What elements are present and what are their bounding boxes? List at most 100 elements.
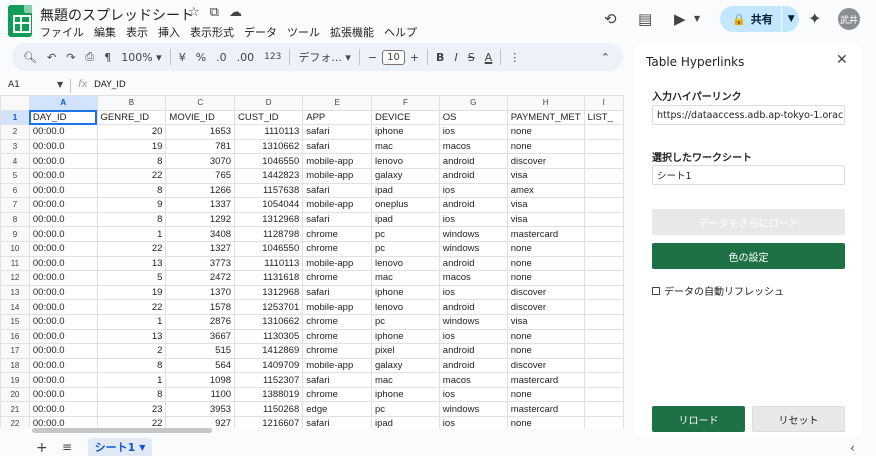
- table-cell[interactable]: mastercard: [506, 226, 585, 242]
- table-cell[interactable]: windows: [438, 313, 508, 330]
- table-cell[interactable]: 22: [96, 416, 167, 428]
- table-cell[interactable]: ios: [438, 284, 508, 301]
- table-cell[interactable]: 2: [96, 343, 167, 359]
- collapse-panel-icon[interactable]: ‹: [850, 441, 855, 455]
- table-cell[interactable]: discover: [506, 299, 585, 315]
- table-cell[interactable]: edge: [302, 401, 372, 418]
- table-cell[interactable]: pc: [370, 240, 440, 257]
- table-cell[interactable]: safari: [302, 211, 372, 228]
- table-cell[interactable]: 00:00.0: [28, 182, 98, 199]
- table-cell[interactable]: [583, 401, 624, 418]
- table-cell[interactable]: GENRE_ID: [96, 109, 167, 126]
- table-cell[interactable]: mac: [370, 270, 440, 286]
- menu-file[interactable]: ファイル: [40, 23, 84, 41]
- table-cell[interactable]: windows: [438, 401, 508, 418]
- table-cell[interactable]: lenovo: [370, 153, 440, 169]
- table-cell[interactable]: 23: [96, 401, 167, 418]
- row-number[interactable]: 5: [0, 167, 30, 184]
- column-header-f[interactable]: F: [370, 95, 440, 111]
- table-cell[interactable]: 00:00.0: [28, 328, 98, 345]
- row-number[interactable]: 8: [0, 211, 30, 228]
- table-cell[interactable]: windows: [438, 240, 508, 257]
- table-cell[interactable]: iphone: [370, 386, 440, 403]
- share-caret-icon[interactable]: ▼: [788, 14, 795, 24]
- table-cell[interactable]: 3070: [165, 153, 236, 169]
- row-number[interactable]: 18: [0, 357, 30, 374]
- color-settings-button[interactable]: 色の設定: [652, 243, 845, 269]
- table-cell[interactable]: 2876: [165, 313, 236, 330]
- table-cell[interactable]: iphone: [370, 284, 440, 301]
- paint-format-icon[interactable]: ¶: [99, 51, 116, 64]
- table-cell[interactable]: 1337: [165, 197, 236, 213]
- select-all-corner[interactable]: [0, 95, 30, 111]
- row-number[interactable]: 19: [0, 372, 30, 388]
- table-cell[interactable]: [583, 299, 624, 315]
- table-cell[interactable]: android: [438, 357, 508, 374]
- table-cell[interactable]: 9: [96, 197, 167, 213]
- table-cell[interactable]: 3773: [165, 255, 236, 272]
- table-cell[interactable]: none: [506, 343, 585, 359]
- table-cell[interactable]: 1046550: [234, 153, 304, 169]
- table-cell[interactable]: 765: [165, 167, 236, 184]
- menu-tools[interactable]: ツール: [287, 23, 320, 41]
- table-cell[interactable]: visa: [506, 197, 585, 213]
- table-cell[interactable]: 1130305: [234, 328, 304, 345]
- table-cell[interactable]: 927: [165, 416, 236, 428]
- table-cell[interactable]: 1310662: [234, 138, 304, 155]
- table-cell[interactable]: chrome: [302, 226, 372, 242]
- hyperlink-input[interactable]: https://dataaccess.adb.ap-tokyo-1.oracle…: [652, 105, 845, 125]
- row-number[interactable]: 12: [0, 270, 30, 286]
- table-cell[interactable]: 00:00.0: [28, 153, 98, 169]
- table-cell[interactable]: 1157638: [234, 182, 304, 199]
- table-cell[interactable]: MOVIE_ID: [165, 109, 236, 126]
- print-icon[interactable]: ⎙: [80, 50, 99, 64]
- table-cell[interactable]: 00:00.0: [28, 226, 98, 242]
- horizontal-scrollbar[interactable]: [32, 428, 212, 433]
- table-cell[interactable]: 1110113: [234, 255, 304, 272]
- row-number[interactable]: 11: [0, 255, 30, 272]
- table-cell[interactable]: 22: [96, 299, 167, 315]
- row-number[interactable]: 9: [0, 226, 30, 242]
- table-cell[interactable]: safari: [302, 124, 372, 140]
- table-cell[interactable]: CUST_ID: [234, 109, 304, 126]
- sheets-logo-icon[interactable]: [8, 5, 32, 37]
- table-cell[interactable]: 1150268: [234, 401, 304, 418]
- auto-refresh-checkbox-row[interactable]: データの自動リフレッシュ: [652, 283, 784, 298]
- table-cell[interactable]: [583, 153, 624, 169]
- table-cell[interactable]: visa: [506, 211, 585, 228]
- column-header-g[interactable]: G: [438, 95, 508, 111]
- font-size-decrease-button[interactable]: −: [363, 51, 382, 64]
- table-cell[interactable]: 1409709: [234, 357, 304, 374]
- table-cell[interactable]: pixel: [370, 343, 440, 359]
- menu-edit[interactable]: 編集: [94, 23, 116, 41]
- table-cell[interactable]: 3408: [165, 226, 236, 242]
- table-cell[interactable]: android: [438, 255, 508, 272]
- more-formats-button[interactable]: 123: [259, 52, 286, 62]
- table-cell[interactable]: mac: [370, 138, 440, 155]
- column-header-h[interactable]: H: [506, 95, 585, 111]
- table-cell[interactable]: [583, 313, 624, 330]
- table-cell[interactable]: none: [506, 270, 585, 286]
- table-cell[interactable]: mobile-app: [302, 255, 372, 272]
- table-cell[interactable]: 781: [165, 138, 236, 155]
- table-cell[interactable]: 8: [96, 182, 167, 199]
- table-cell[interactable]: mobile-app: [302, 357, 372, 374]
- table-cell[interactable]: pc: [370, 226, 440, 242]
- table-cell[interactable]: 8: [96, 211, 167, 228]
- table-cell[interactable]: android: [438, 153, 508, 169]
- spreadsheet-grid[interactable]: ABCDEFGHI 1 DAY_ID GENRE_ID MOVIE_ID CUST_ID…: [0, 95, 624, 428]
- row-number[interactable]: 22: [0, 416, 30, 428]
- table-cell[interactable]: 00:00.0: [28, 416, 98, 428]
- table-cell[interactable]: 00:00.0: [28, 313, 98, 330]
- column-header-e[interactable]: E: [302, 95, 372, 111]
- table-cell[interactable]: visa: [506, 313, 585, 330]
- table-cell[interactable]: 00:00.0: [28, 197, 98, 213]
- row-number[interactable]: 13: [0, 284, 30, 301]
- table-cell[interactable]: 22: [96, 240, 167, 257]
- row-number[interactable]: 17: [0, 343, 30, 359]
- table-cell[interactable]: 1653: [165, 124, 236, 140]
- row-number[interactable]: 21: [0, 401, 30, 418]
- menu-data[interactable]: データ: [244, 23, 277, 41]
- table-cell[interactable]: [583, 270, 624, 286]
- search-menus-icon[interactable]: 🔍︎: [18, 51, 42, 64]
